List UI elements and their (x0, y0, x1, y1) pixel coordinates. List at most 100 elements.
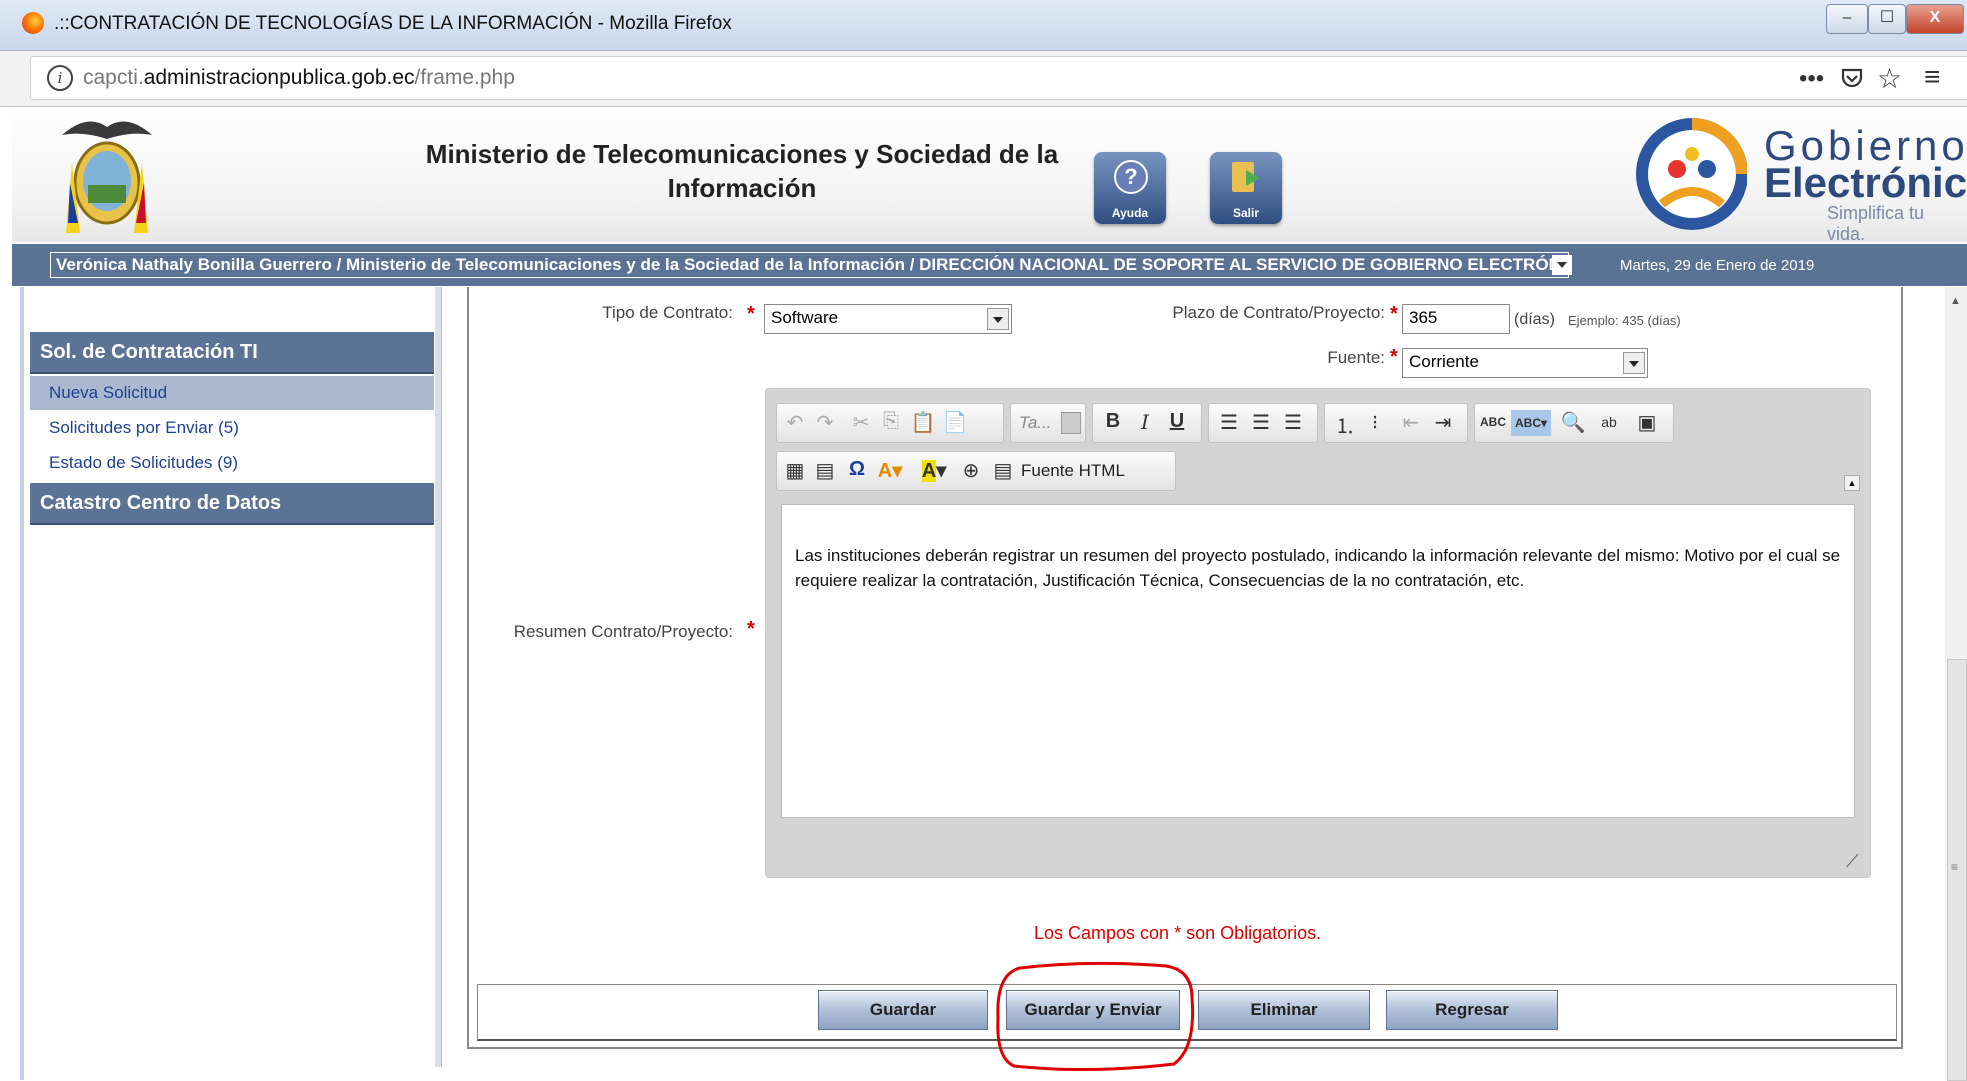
sidebar-item-solicitudes-por-enviar[interactable]: Solicitudes por Enviar (5) (30, 411, 434, 445)
resumen-label: Resumen Contrato/Proyecto: (513, 622, 733, 641)
toolbar-group-insert: ▦ ▤ Ω A▾ A▾ ⊕ ▤ Fuente HTML (776, 451, 1176, 491)
redo-icon[interactable]: ↷ (811, 410, 839, 435)
required-mark: * (747, 303, 755, 325)
guardar-button[interactable]: Guardar (818, 990, 988, 1030)
toolbar-group-lists: ⒈ ⁝ ⇤ ⇥ (1324, 403, 1468, 443)
scroll-up-icon[interactable]: ▲ (1950, 295, 1961, 307)
underline-icon[interactable]: U (1163, 410, 1191, 433)
fuente-label: Fuente: (1327, 348, 1385, 367)
cut-icon[interactable]: ✂ (847, 410, 875, 435)
sidebar-section-solicitudes[interactable]: Sol. de Contratación TI (30, 332, 434, 374)
help-icon: ? (1114, 160, 1148, 194)
exit-button[interactable]: Salir (1210, 152, 1282, 224)
toolbar-group-format: B I U (1092, 403, 1202, 443)
table-icon[interactable]: ▦ (781, 458, 809, 483)
menu-icon[interactable]: ≡ (1924, 61, 1940, 93)
url-text[interactable]: capcti.administracionpublica.gob.ec/fram… (83, 66, 515, 90)
address-bar[interactable]: i capcti.administracionpublica.gob.ec/fr… (30, 56, 1967, 100)
brand-tagline: Simplifica tu vida. (1827, 203, 1925, 244)
coat-of-arms-logo (62, 121, 152, 233)
exit-door-icon (1232, 162, 1260, 192)
copy-icon[interactable]: ⎘ (877, 410, 905, 433)
resumen-text[interactable]: Las instituciones deberán registrar un r… (795, 543, 1855, 593)
regresar-button[interactable]: Regresar (1386, 990, 1558, 1030)
close-button[interactable]: X (1906, 4, 1964, 34)
fuente-select[interactable]: Corriente (1402, 348, 1648, 378)
tipo-contrato-label: Tipo de Contrato: (602, 303, 733, 322)
sidebar-section-catastro[interactable]: Catastro Centro de Datos (30, 483, 434, 525)
sidebar-item-nueva-solicitud[interactable]: Nueva Solicitud (30, 376, 434, 410)
toolbar-group-align: ☰ ☰ ☰ (1208, 403, 1318, 443)
bookmark-star-icon[interactable]: ☆ (1877, 62, 1902, 95)
collapse-toolbar-icon[interactable]: ▲ (1844, 475, 1860, 491)
required-mark: * (1390, 346, 1398, 368)
highlight-annotation (996, 961, 1195, 1072)
horizontal-rule-icon[interactable]: ▤ (811, 458, 839, 483)
paste-icon[interactable]: 📋 (909, 410, 937, 435)
minimize-button[interactable]: – (1826, 4, 1868, 34)
firefox-icon (22, 12, 44, 34)
brand-line2: Electrónico (1764, 159, 1967, 206)
maximize-button[interactable]: ☐ (1868, 4, 1906, 34)
current-date: Martes, 29 de Enero de 2019 (1620, 257, 1815, 274)
vertical-scrollbar[interactable]: ▲ ≡ (1945, 287, 1967, 1081)
bullet-list-icon[interactable]: ⁝ (1361, 410, 1389, 435)
ministry-title: Ministerio de Telecomunicaciones y Socie… (425, 139, 1059, 203)
select-all-icon[interactable]: ▣ (1633, 410, 1661, 435)
help-button[interactable]: ? Ayuda (1094, 152, 1166, 224)
font-select[interactable]: Ta... (1010, 403, 1086, 443)
align-center-icon[interactable]: ☰ (1247, 410, 1275, 435)
replace-icon[interactable]: ab (1595, 414, 1623, 430)
rich-text-editor: ↶ ↷ ✂ ⎘ 📋 📄 Ta... B I U ☰ ☰ ☰ ⒈ ⁝ ⇤ ⇥ AB… (765, 388, 1871, 878)
window-titlebar[interactable]: .::CONTRATACIÓN DE TECNOLOGÍAS DE LA INF… (0, 0, 1967, 51)
eliminar-button[interactable]: Eliminar (1198, 990, 1370, 1030)
spellcheck-as-you-type-icon[interactable]: ABC▾ (1511, 410, 1551, 436)
plazo-unit: (días) (1514, 311, 1555, 328)
plazo-label: Plazo de Contrato/Proyecto: (1172, 303, 1385, 322)
user-profile-select[interactable]: Verónica Nathaly Bonilla Guerrero / Mini… (50, 252, 1569, 278)
font-placeholder: Ta... (1019, 413, 1052, 432)
chevron-down-icon (1623, 352, 1645, 374)
source-html-icon[interactable]: ▤ (989, 458, 1017, 483)
window-title: .::CONTRATACIÓN DE TECNOLOGÍAS DE LA INF… (54, 13, 732, 34)
tipo-contrato-value: Software (771, 308, 839, 327)
bold-icon[interactable]: B (1099, 410, 1127, 433)
exit-label: Salir (1232, 206, 1259, 220)
tipo-contrato-select[interactable]: Software (764, 304, 1012, 334)
chevron-down-icon (1061, 412, 1081, 434)
background-color-icon[interactable]: A▾ (917, 458, 951, 483)
sidebar-item-estado-solicitudes[interactable]: Estado de Solicitudes (9) (30, 446, 434, 480)
more-icon[interactable]: ••• (1799, 65, 1824, 93)
indent-icon[interactable]: ⇥ (1429, 410, 1457, 435)
paste-word-icon[interactable]: 📄 (941, 410, 969, 435)
user-bar: Verónica Nathaly Bonilla Guerrero / Mini… (12, 244, 1967, 286)
align-left-icon[interactable]: ☰ (1215, 410, 1243, 435)
plazo-input[interactable]: 365 (1402, 304, 1510, 334)
gobierno-electronico-logo (1636, 118, 1747, 230)
editor-textarea[interactable]: Las instituciones deberán registrar un r… (781, 504, 1855, 818)
grip-icon: ≡ (1951, 860, 1959, 874)
pocket-icon[interactable] (1839, 65, 1865, 98)
fuente-value: Corriente (1409, 352, 1479, 371)
align-right-icon[interactable]: ☰ (1279, 410, 1307, 435)
special-char-icon[interactable]: Ω (843, 458, 871, 481)
sidebar: Sol. de Contratación TI Nueva Solicitud … (20, 287, 439, 1080)
resize-handle-icon[interactable]: ⟋ (1846, 851, 1859, 872)
info-icon[interactable]: i (47, 65, 73, 91)
undo-icon[interactable]: ↶ (781, 410, 809, 435)
page-header: Ministerio de Telecomunicaciones y Socie… (12, 107, 1967, 244)
italic-icon[interactable]: I (1131, 410, 1159, 434)
source-html-label[interactable]: Fuente HTML (1021, 461, 1125, 481)
chevron-down-icon[interactable] (1552, 255, 1572, 275)
required-mark: * (747, 618, 755, 640)
find-icon[interactable]: 🔍 (1559, 410, 1587, 435)
spellcheck-icon[interactable]: ABC (1479, 415, 1507, 429)
maximize-editor-icon[interactable]: ⊕ (957, 458, 985, 483)
plazo-example: Ejemplo: 435 (días) (1568, 313, 1681, 328)
scrollbar-thumb[interactable]: ≡ (1947, 659, 1967, 1081)
sidebar-divider[interactable] (435, 287, 442, 1067)
toolbar-group-edit: ↶ ↷ ✂ ⎘ 📋 📄 (776, 403, 1004, 443)
text-color-icon[interactable]: A▾ (873, 458, 907, 483)
numbered-list-icon[interactable]: ⒈ (1331, 410, 1359, 439)
outdent-icon[interactable]: ⇤ (1397, 410, 1425, 435)
